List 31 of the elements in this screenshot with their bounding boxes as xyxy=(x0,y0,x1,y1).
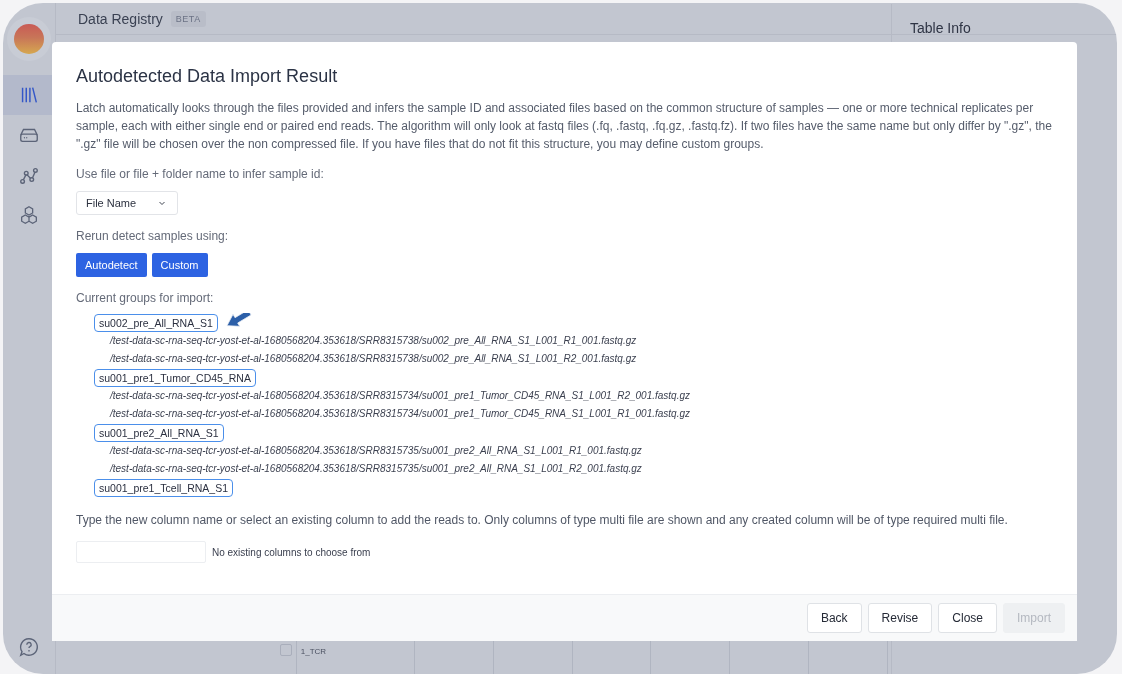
group-name[interactable]: su002_pre_All_RNA_S1 xyxy=(94,314,218,332)
group-name[interactable]: su001_pre2_All_RNA_S1 xyxy=(94,424,224,442)
name-source-dropdown[interactable]: File Name xyxy=(76,191,179,215)
detect-button[interactable]: Custom xyxy=(151,253,208,277)
empty-message: No existing columns to choose from xyxy=(212,546,371,558)
dialog-title: Autodetected Data Import Result xyxy=(76,66,339,87)
file-path: /test-data-sc-rna-seq-tcr-yost-et-al-1680568204.353618/SRR8315734/su001_pre1_Tumor_CD45_RNA_S1_L001_R2_001.fastq.gz xyxy=(108,389,691,403)
section-label: Current groups for import: xyxy=(76,291,215,305)
file-path: /test-data-sc-rna-seq-tcr-yost-et-al-1680568204.353618/SRR8315735/su001_pre2_All_RNA_S1_L001_R2_001.fastq.gz xyxy=(108,462,643,476)
nav-item[interactable] xyxy=(3,75,55,115)
file-path: /test-data-sc-rna-seq-tcr-yost-et-al-1680568204.353618/SRR8315735/su001_pre2_All_RNA_S1_L001_R1_001.fastq.gz xyxy=(108,444,643,458)
description-text: Latch automatically looks through the files provided and infers the sample ID and associated files based on the common structure of samples — one or more technical replicates per sample, each with either single end or paired end reads. The algorithm will only look at fastq files (.fq, .fastq, .fq.gz, .fastq.fz). If two files have the same name but only differ by ".gz", the ".gz" file will be chosen over the non compressed file. If you have files that do not fit this structure, you may define custom groups. xyxy=(76,100,1053,153)
field-label: Rerun detect samples using: xyxy=(76,229,230,243)
action-button[interactable]: Revise xyxy=(867,603,933,633)
action-button[interactable]: Back xyxy=(806,603,862,633)
panel-title: Table Info xyxy=(909,19,972,36)
help-icon[interactable] xyxy=(18,636,40,658)
field-label: Use file or file + folder name to infer sample id: xyxy=(76,167,325,181)
detect-button[interactable]: Autodetect xyxy=(76,253,147,277)
beta-badge: BETA xyxy=(170,10,206,27)
file-path: /test-data-sc-rna-seq-tcr-yost-et-al-1680568204.353618/SRR8315734/su001_pre1_Tumor_CD45_RNA_S1_L001_R1_001.fastq.gz xyxy=(108,407,691,421)
arrow-icon xyxy=(225,313,252,327)
file-path: /test-data-sc-rna-seq-tcr-yost-et-al-1680568204.353618/SRR8315738/su002_pre_All_RNA_S1_L001_R1_001.fastq.gz xyxy=(108,334,638,348)
hexagons-icon xyxy=(18,204,40,226)
group-name[interactable]: su001_pre1_Tcell_RNA_S1 xyxy=(94,479,233,497)
file-path: /test-data-sc-rna-seq-tcr-yost-et-al-1680568204.353618/SRR8315738/su002_pre_All_RNA_S1_L001_R2_001.fastq.gz xyxy=(108,352,638,366)
row-checkbox[interactable] xyxy=(280,644,292,656)
action-button[interactable]: Close xyxy=(938,603,997,633)
instruction-text: Type the new column name or select an existing column to add the reads to. Only columns of type multi file are shown and any created column will be of type required multi file. xyxy=(76,512,1009,529)
group-name[interactable]: su001_pre1_Tumor_CD45_RNA xyxy=(94,369,256,387)
page-title: Data Registry xyxy=(78,10,163,27)
